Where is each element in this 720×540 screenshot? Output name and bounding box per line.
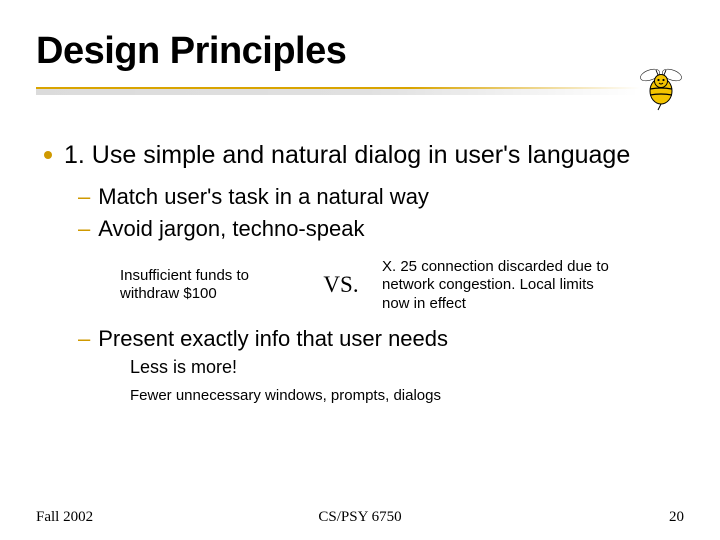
dash-icon: –	[78, 183, 90, 211]
sub-bullet-1-text: Match user's task in a natural way	[98, 183, 429, 211]
title-rule	[36, 81, 684, 109]
subsub-1: Less is more!	[130, 356, 684, 379]
subsub-2: Fewer unnecessary windows, prompts, dial…	[130, 387, 684, 406]
footer-center: CS/PSY 6750	[36, 509, 684, 526]
sub-bullet-2-text: Avoid jargon, techno-speak	[98, 215, 364, 243]
comparison-left: Insufficient funds to withdraw $100	[120, 267, 300, 304]
rule-shadow	[36, 89, 640, 95]
dash-icon: –	[78, 325, 90, 353]
sub-bullet-3-text: Present exactly info that user needs	[98, 325, 448, 353]
bullet-1-text: 1. Use simple and natural dialog in user…	[64, 139, 630, 171]
bullet-dot-icon	[44, 151, 52, 159]
bullet-1: 1. Use simple and natural dialog in user…	[44, 139, 684, 171]
comparison-row: Insufficient funds to withdraw $100 VS. …	[120, 258, 684, 313]
sub-bullet-3: – Present exactly info that user needs	[78, 325, 684, 353]
mascot-icon	[638, 67, 684, 111]
sub-bullet-1: – Match user's task in a natural way	[78, 183, 684, 211]
slide-title: Design Principles	[36, 30, 684, 73]
sub-bullet-2: – Avoid jargon, techno-speak	[78, 215, 684, 243]
rule-line	[36, 87, 640, 89]
slide: Design Principles 1. Use simple and natu…	[0, 0, 720, 540]
slide-footer: Fall 2002 CS/PSY 6750 20	[36, 509, 684, 526]
comparison-vs: VS.	[320, 272, 362, 298]
dash-icon: –	[78, 215, 90, 243]
comparison-right: X. 25 connection discarded due to networ…	[382, 258, 622, 313]
